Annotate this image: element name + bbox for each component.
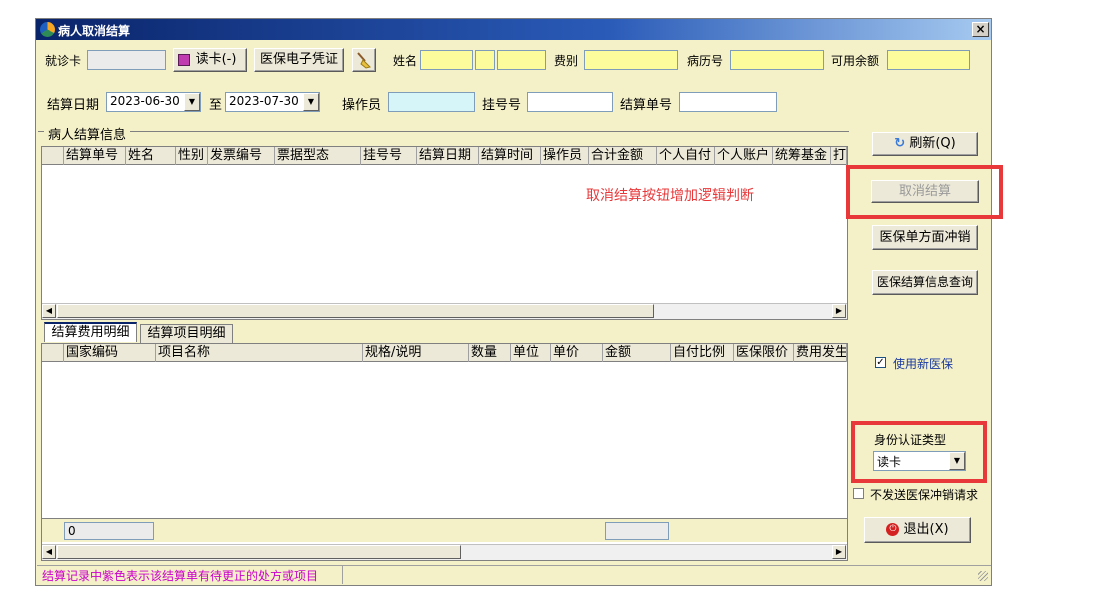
column-header[interactable]: 医保限价 [734,344,794,362]
card-input[interactable] [87,50,166,70]
read-card-label: 读卡(-) [195,52,237,67]
title-bar[interactable] [36,19,991,40]
balance-label: 可用余额 [831,54,880,68]
column-header[interactable]: 合计金额 [589,147,657,165]
column-header[interactable]: 票据型态 [275,147,361,165]
reg-no-label: 挂号号 [482,98,522,113]
footer-total-field: 0 [64,522,154,540]
detail-header: 国家编码 项目名称 规格/说明 数量 单位 单价 金额 自付比例 医保限价 费用… [42,344,847,362]
window-title: 病人取消结算 [58,24,131,38]
settle-no-label: 结算单号 [620,98,673,113]
use-new-insurance-checkbox[interactable]: ✓ [875,357,886,368]
settle-info-title: 病人结算信息 [44,124,131,143]
exit-button[interactable]: ⏻ 退出(X) [864,517,971,543]
refresh-button[interactable]: ↻ 刷新(Q) [872,132,978,156]
column-header[interactable]: 单位 [511,344,551,362]
settle-info-grid[interactable]: 结算单号 姓名 性别 发票编号 票据型态 挂号号 结算日期 结算时间 操作员 合… [41,146,848,320]
balance-input[interactable] [887,50,970,70]
gender-input[interactable] [475,50,495,70]
status-text: 结算记录中紫色表示该结算单有待更正的处方或项目 [42,569,319,583]
no-cancel-request-checkbox[interactable] [853,488,864,499]
settle-info-hscrollbar[interactable]: ◀ ▶ [42,303,847,319]
column-header[interactable]: 结算时间 [479,147,541,165]
age-input[interactable] [497,50,546,70]
column-header[interactable]: 统筹基金 [773,147,831,165]
row-indicator-cell [42,147,64,165]
scroll-right-icon[interactable]: ▶ [832,545,846,559]
scroll-left-icon[interactable]: ◀ [42,545,56,559]
checkmark-icon: ✓ [876,357,885,368]
card-label: 就诊卡 [45,54,82,68]
footer-total-value: 0 [68,524,76,538]
auth-type-label: 身份认证类型 [874,433,947,447]
close-button[interactable]: × [972,22,989,37]
date-from-value: 2023-06-30 [110,94,180,108]
name-input[interactable] [420,50,473,70]
scroll-thumb[interactable] [57,545,461,559]
scroll-left-icon[interactable]: ◀ [42,304,56,318]
refresh-label: 刷新(Q) [909,136,956,151]
column-header[interactable]: 单价 [551,344,603,362]
tab-fee-detail[interactable]: 结算费用明细 [44,322,137,342]
operator-input[interactable] [388,92,475,112]
to-label: 至 [209,98,223,113]
settle-date-label: 结算日期 [47,98,100,113]
clear-button[interactable] [352,48,376,72]
cancel-settle-button[interactable]: 取消结算 [871,180,979,203]
column-header[interactable]: 个人账户 [715,147,773,165]
refresh-icon: ↻ [894,136,906,151]
column-header[interactable]: 打 [831,147,847,165]
settle-info-header: 结算单号 姓名 性别 发票编号 票据型态 挂号号 结算日期 结算时间 操作员 合… [42,147,847,165]
exit-label: 退出(X) [903,522,949,537]
column-header[interactable]: 费用发生 [794,344,847,362]
column-header[interactable]: 结算单号 [64,147,126,165]
record-no-input[interactable] [730,50,824,70]
column-header[interactable]: 自付比例 [671,344,734,362]
insurance-offset-button[interactable]: 医保单方面冲销 [872,225,978,250]
detail-footer: 0 [42,518,847,542]
annotation-text: 取消结算按钮增加逻辑判断 [586,188,754,204]
column-header[interactable]: 操作员 [541,147,589,165]
e-voucher-button[interactable]: 医保电子凭证 [254,48,344,72]
auth-type-value: 读卡 [877,455,902,469]
name-label: 姓名 [393,54,418,68]
broom-icon [357,52,371,69]
app-logo-icon [40,22,55,37]
detail-hscrollbar[interactable]: ◀ ▶ [42,544,847,560]
column-header[interactable]: 挂号号 [361,147,417,165]
column-header[interactable]: 发票编号 [208,147,275,165]
group-divider [38,131,849,132]
card-reader-icon [178,54,190,66]
row-indicator-cell [42,344,64,362]
date-to-value: 2023-07-30 [229,94,299,108]
fee-type-label: 费别 [554,54,579,68]
column-header[interactable]: 性别 [176,147,208,165]
column-header[interactable]: 姓名 [126,147,176,165]
tab-item-detail[interactable]: 结算项目明细 [140,324,233,344]
detail-grid[interactable]: 国家编码 项目名称 规格/说明 数量 单位 单价 金额 自付比例 医保限价 费用… [41,343,848,561]
use-new-insurance-label: 使用新医保 [893,357,954,371]
date-to-dropdown-icon[interactable]: ▼ [303,93,319,111]
column-header[interactable]: 结算日期 [417,147,479,165]
column-header[interactable]: 个人自付 [657,147,715,165]
footer-amount-field [605,522,669,540]
no-cancel-request-label: 不发送医保冲销请求 [870,488,979,502]
column-header[interactable]: 金额 [603,344,671,362]
insurance-query-button[interactable]: 医保结算信息查询 [872,270,978,295]
scroll-thumb[interactable] [57,304,654,318]
scroll-right-icon[interactable]: ▶ [832,304,846,318]
column-header[interactable]: 国家编码 [64,344,156,362]
column-header[interactable]: 项目名称 [156,344,363,362]
power-icon: ⏻ [886,523,900,536]
column-header[interactable]: 规格/说明 [363,344,469,362]
settle-no-input[interactable] [679,92,777,112]
reg-no-input[interactable] [527,92,613,112]
auth-type-dropdown-icon[interactable]: ▼ [949,452,965,470]
date-from-dropdown-icon[interactable]: ▼ [184,93,200,111]
fee-type-input[interactable] [584,50,678,70]
record-no-label: 病历号 [687,54,724,68]
resize-grip-icon[interactable] [978,571,988,581]
column-header[interactable]: 数量 [469,344,511,362]
operator-label: 操作员 [342,98,382,113]
